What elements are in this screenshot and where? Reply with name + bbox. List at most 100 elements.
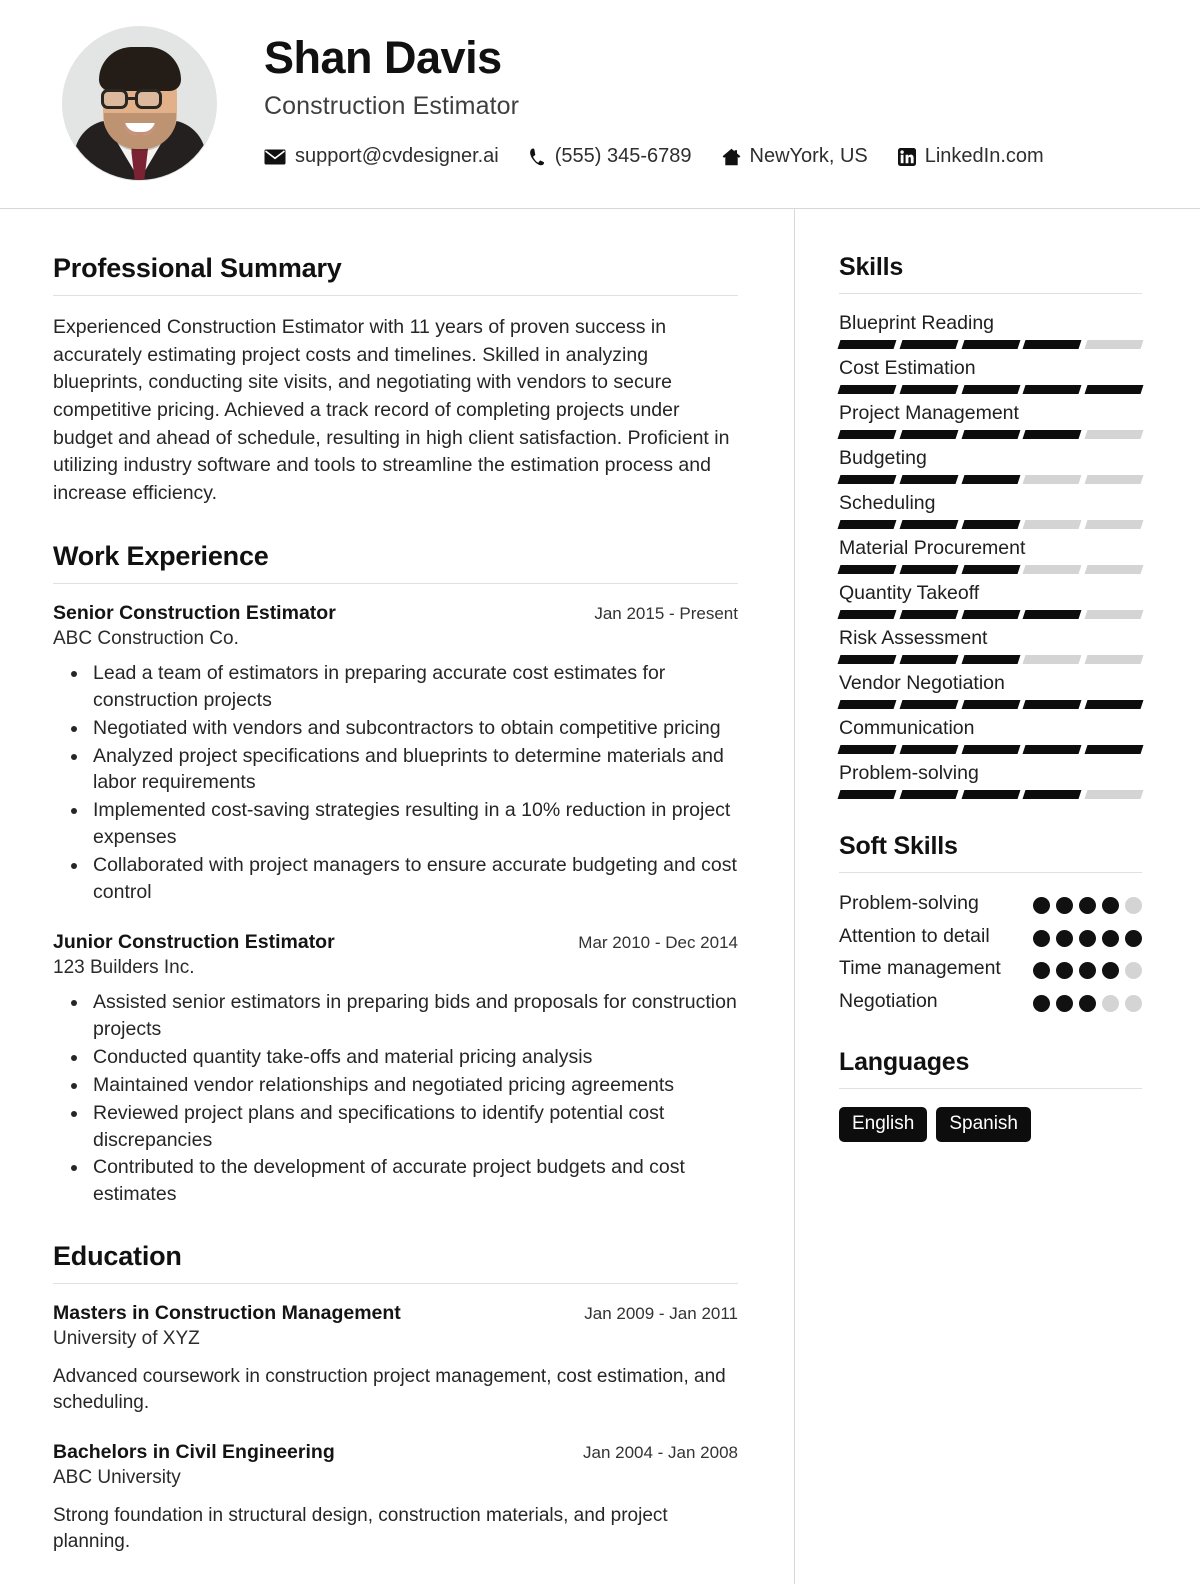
education-description: Advanced coursework in construction proj… [53, 1366, 726, 1414]
skill-level-bar [837, 340, 1144, 349]
soft-skill-row: Problem-solving [839, 891, 1142, 917]
skill-level-bar [837, 745, 1144, 754]
skill-bar-segment [899, 520, 959, 529]
skill-level-bar [837, 385, 1144, 394]
skill-bar-segment [1022, 340, 1082, 349]
list-item: Maintained vendor relationships and nego… [89, 1072, 738, 1099]
soft-skill-label: Negotiation [839, 990, 938, 1013]
skill-level-bar [837, 475, 1144, 484]
skill-bar-segment [1022, 655, 1082, 664]
skill-level-bar [837, 790, 1144, 799]
skill-level-bar [837, 610, 1144, 619]
skill-bar-segment [837, 520, 897, 529]
soft-skill-row: Negotiation [839, 989, 1142, 1015]
contact-location[interactable]: NewYork, US [722, 145, 868, 168]
experience-date-range: Mar 2010 - Dec 2014 [578, 932, 738, 952]
skill-bar-segment [961, 340, 1020, 349]
skill-bar-segment [899, 475, 959, 484]
list-item: Contributed to the development of accura… [89, 1154, 738, 1208]
rating-dot [1056, 897, 1073, 914]
experience-entry: Junior Construction Estimator Mar 2010 -… [53, 931, 738, 1208]
skill-bar-segment [1022, 700, 1082, 709]
contact-email-label: support@cvdesigner.ai [295, 145, 499, 168]
experience-date-range: Jan 2015 - Present [594, 603, 738, 623]
skill-label: Budgeting [839, 447, 927, 469]
rating-dot [1125, 995, 1142, 1013]
skill-bar-segment [1084, 430, 1144, 439]
education-entry: Masters in Construction Management Jan 2… [53, 1302, 738, 1416]
phone-icon [529, 148, 546, 166]
rating-dot [1033, 897, 1050, 914]
skills-list: Blueprint Reading Cost Estimation Project … [837, 312, 1144, 799]
section-title-experience: Work Experience [53, 540, 269, 571]
entry-header: Bachelors in Civil Engineering Jan 2004 … [53, 1441, 738, 1464]
header-text-block: Shan Davis Construction Estimator suppor… [264, 26, 1160, 168]
skill-row: Project Management [837, 402, 1144, 439]
contact-linkedin[interactable]: LinkedIn.com [897, 145, 1044, 168]
contact-phone[interactable]: (555) 345-6789 [529, 145, 692, 168]
skill-bar-segment [837, 430, 897, 439]
rating-dot [1033, 929, 1050, 947]
skill-row: Material Procurement [837, 537, 1144, 574]
rating-dot [1102, 995, 1119, 1013]
skill-label: Risk Assessment [839, 627, 988, 649]
education-school: ABC University [53, 1467, 181, 1489]
list-item: Collaborated with project managers to en… [89, 852, 738, 906]
skill-bar-segment [961, 700, 1020, 709]
rating-dot [1079, 897, 1096, 914]
section-divider [839, 872, 1142, 873]
section-title-summary: Professional Summary [53, 253, 342, 283]
skill-bar-segment [1022, 745, 1082, 754]
section-title-skills: Skills [839, 253, 904, 281]
experience-company: 123 Builders Inc. [53, 956, 195, 978]
contact-email[interactable]: support@cvdesigner.ai [264, 145, 499, 168]
skill-bar-segment [837, 700, 897, 709]
skill-bar-segment [1084, 655, 1144, 664]
section-title-languages: Languages [839, 1047, 970, 1076]
rating-dot [1125, 897, 1142, 914]
skill-level-bar [837, 565, 1144, 574]
skill-bar-segment [1084, 610, 1144, 619]
rating-dot [1033, 995, 1050, 1013]
skill-label: Communication [839, 717, 975, 739]
education-date-range: Jan 2004 - Jan 2008 [582, 1443, 738, 1463]
section-languages: Languages English Spanish [839, 1048, 1142, 1142]
skill-bar-segment [899, 700, 959, 709]
skill-row: Quantity Takeoff [837, 582, 1144, 619]
skill-bar-segment [961, 475, 1020, 484]
section-education: Education Masters in Construction Manage… [53, 1241, 738, 1555]
experience-job-title: Senior Construction Estimator [53, 601, 336, 624]
avatar [62, 26, 217, 181]
skill-bar-segment [837, 655, 897, 664]
skill-bar-segment [961, 430, 1020, 439]
skill-bar-segment [1084, 565, 1144, 574]
experience-bullet-list: Assisted senior estimators in preparing … [53, 989, 738, 1208]
rating-dot [1079, 995, 1096, 1013]
language-chip: English [839, 1106, 928, 1142]
skill-row: Risk Assessment [837, 627, 1144, 664]
skill-bar-segment [1084, 340, 1144, 349]
soft-skill-rating [1033, 956, 1142, 980]
list-item: Assisted senior estimators in preparing … [89, 989, 738, 1043]
soft-skill-rating [1033, 989, 1142, 1013]
skill-bar-segment [837, 475, 897, 484]
skill-bar-segment [899, 610, 959, 619]
skill-bar-segment [1084, 745, 1144, 754]
contact-location-label: NewYork, US [749, 145, 868, 168]
skill-label: Blueprint Reading [839, 312, 995, 334]
skill-row: Vendor Negotiation [837, 672, 1144, 709]
skill-label: Problem-solving [839, 762, 979, 784]
skill-bar-segment [1022, 610, 1082, 619]
rating-dot [1079, 962, 1096, 980]
resume-body: Professional Summary Experienced Constru… [0, 209, 1200, 1584]
main-column: Professional Summary Experienced Constru… [0, 209, 795, 1584]
skill-bar-segment [899, 655, 959, 664]
education-school: University of XYZ [53, 1328, 200, 1350]
summary-text: Experienced Construction Estimator with … [53, 316, 730, 505]
skill-bar-segment [837, 385, 897, 394]
rating-dot [1102, 897, 1119, 914]
section-divider [53, 582, 738, 584]
skill-bar-segment [899, 790, 959, 799]
soft-skills-list: Problem-solving Attention to detail Time m… [839, 891, 1142, 1015]
skill-bar-segment [1084, 520, 1144, 529]
